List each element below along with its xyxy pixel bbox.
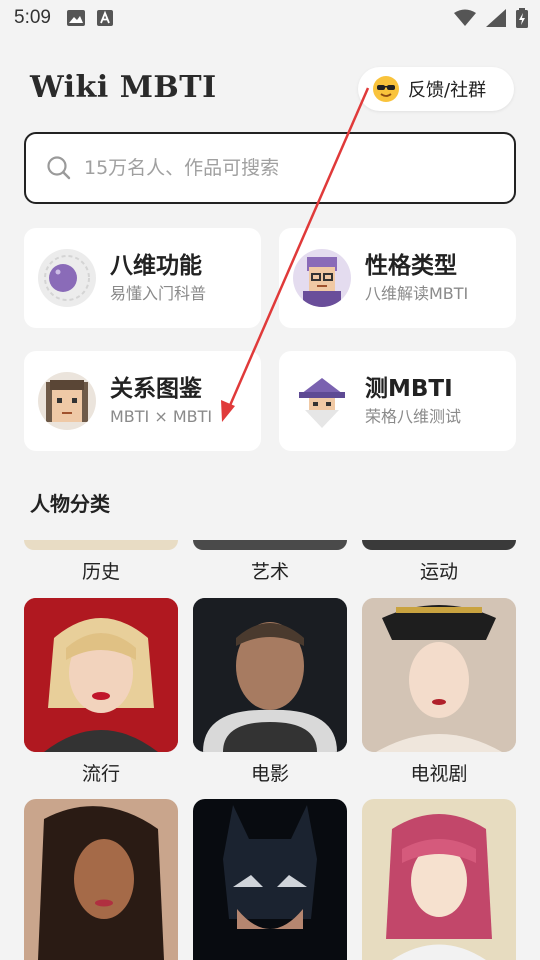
card-personality-types[interactable]: 性格类型 八维解读MBTI — [279, 228, 516, 328]
category-photo[interactable] — [24, 799, 178, 960]
status-bar: 5:09 — [0, 0, 540, 36]
category-label[interactable]: 历史 — [24, 557, 178, 584]
eight-functions-icon — [38, 249, 96, 307]
card-subtitle: 荣格八维测试 — [365, 407, 462, 426]
status-system-icons — [454, 8, 528, 28]
search-icon — [47, 156, 71, 180]
image-notification-icon — [66, 10, 85, 26]
status-time: 5:09 — [14, 7, 51, 28]
card-subtitle: 易懂入门科普 — [110, 284, 207, 303]
feedback-label: 反馈/社群 — [408, 80, 487, 101]
signal-icon — [486, 9, 506, 27]
battery-icon — [516, 8, 528, 28]
card-eight-functions[interactable]: 八维功能 易懂入门科普 — [24, 228, 261, 328]
card-title: 八维功能 — [110, 253, 202, 279]
category-label[interactable]: 艺术 — [193, 557, 347, 584]
search-bar[interactable] — [24, 132, 516, 204]
section-title: 人物分类 — [30, 492, 110, 516]
category-art-photo[interactable] — [193, 540, 347, 550]
feedback-community-button[interactable]: 反馈/社群 — [358, 67, 514, 111]
card-title: 测MBTI — [365, 376, 453, 402]
relationship-icon — [38, 372, 96, 430]
category-label[interactable]: 流行 — [24, 759, 178, 786]
category-movie-photo[interactable] — [193, 598, 347, 752]
card-title: 性格类型 — [365, 253, 457, 279]
category-pop-photo[interactable] — [24, 598, 178, 752]
cool-face-icon — [373, 76, 399, 102]
test-mbti-icon — [293, 372, 351, 430]
category-sports-photo[interactable] — [362, 540, 516, 550]
category-label[interactable]: 电影 — [193, 759, 347, 786]
a-notification-icon — [96, 10, 113, 26]
card-subtitle: MBTI × MBTI — [110, 407, 213, 426]
card-relationship[interactable]: 关系图鉴 MBTI × MBTI — [24, 351, 261, 451]
category-photo[interactable] — [193, 799, 347, 960]
status-notification-icons — [66, 10, 113, 26]
personality-types-icon — [293, 249, 351, 307]
category-label[interactable]: 电视剧 — [362, 759, 516, 786]
app-title: Wiki MBTI — [30, 70, 217, 105]
card-title: 关系图鉴 — [110, 376, 202, 402]
search-input[interactable] — [84, 157, 464, 179]
wifi-icon — [454, 9, 476, 26]
category-photo[interactable] — [362, 799, 516, 960]
category-history-photo[interactable] — [24, 540, 178, 550]
card-subtitle: 八维解读MBTI — [365, 284, 469, 303]
category-label[interactable]: 运动 — [362, 557, 516, 584]
category-tv-photo[interactable] — [362, 598, 516, 752]
card-test-mbti[interactable]: 测MBTI 荣格八维测试 — [279, 351, 516, 451]
